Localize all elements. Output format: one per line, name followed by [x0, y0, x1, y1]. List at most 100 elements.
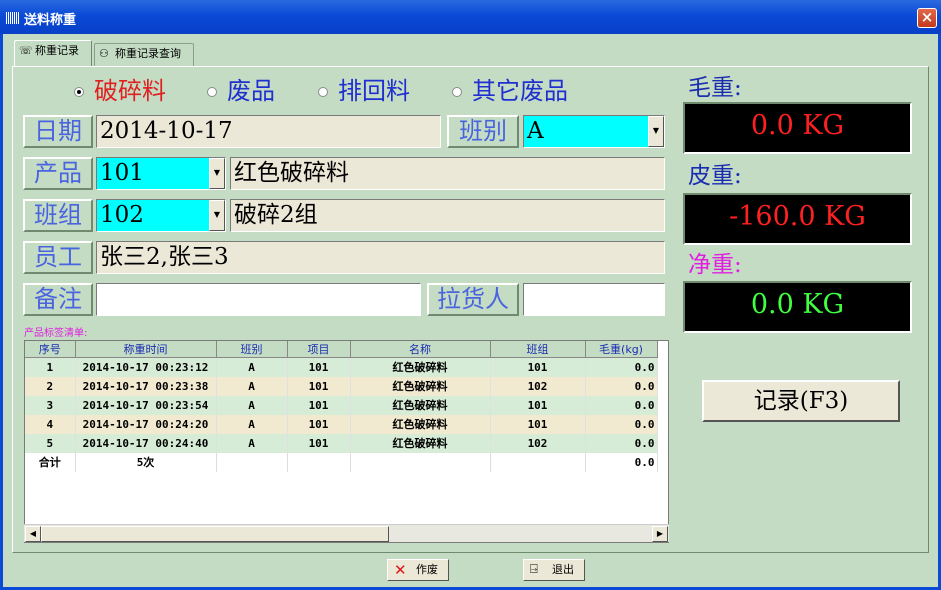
scroll-right-icon[interactable]: ▶ — [652, 526, 668, 542]
col-header[interactable]: 序号 — [25, 341, 76, 358]
staff-field[interactable]: 张三2,张三3 — [96, 241, 665, 274]
cell: 0.0 — [585, 414, 658, 434]
cell — [350, 452, 491, 472]
net-weight-display: 0.0 KG — [683, 281, 912, 333]
exit-button[interactable]: ⍈ 退出 — [523, 559, 585, 581]
scroll-left-icon[interactable]: ◀ — [25, 526, 41, 542]
cell: 101 — [490, 395, 586, 415]
date-label: 日期 — [23, 115, 93, 148]
app-icon — [6, 12, 20, 24]
total-weight: 0.0 — [585, 452, 658, 472]
cell: 5 — [25, 433, 76, 453]
cell: 1 — [25, 357, 76, 377]
cell: 2014-10-17 00:23:38 — [75, 376, 217, 396]
cell: 3 — [25, 395, 76, 415]
group-select[interactable]: 102 ▼ — [96, 199, 226, 232]
col-header[interactable]: 班别 — [216, 341, 288, 358]
scale-icon: ☏ — [19, 44, 33, 57]
tab-weigh-record[interactable]: ☏ 称重记录 — [14, 40, 92, 66]
tab-record-query[interactable]: ⚇ 称重记录查询 — [94, 43, 194, 66]
cell: A — [216, 433, 288, 453]
cell: 0.0 — [585, 357, 658, 377]
cell: 101 — [287, 414, 351, 434]
cell: 红色破碎料 — [350, 357, 491, 377]
table-row[interactable]: 2 2014-10-17 00:23:38 A 101 红色破碎料 102 0.… — [25, 376, 658, 396]
net-weight-label: 净重: — [688, 252, 742, 278]
cell: 101 — [287, 357, 351, 377]
close-button[interactable]: × — [917, 8, 937, 28]
col-header[interactable]: 项目 — [287, 341, 351, 358]
radio-waste[interactable]: 废品 — [205, 77, 275, 105]
void-label: 作废 — [416, 563, 438, 576]
record-table[interactable]: 序号 称重时间 班别 项目 名称 班组 毛重(kg) 1 2014-10-17 … — [24, 340, 669, 543]
group-code: 102 — [100, 202, 144, 228]
cell: 102 — [490, 433, 586, 453]
table-row[interactable]: 3 2014-10-17 00:23:54 A 101 红色破碎料 101 0.… — [25, 395, 658, 415]
cell — [216, 452, 288, 472]
cell: 101 — [490, 414, 586, 434]
col-header[interactable]: 名称 — [350, 341, 491, 358]
note-label: 备注 — [23, 283, 93, 316]
date-field[interactable]: 2014-10-17 — [96, 115, 441, 148]
exit-door-icon: ⍈ — [530, 562, 538, 577]
cell: 红色破碎料 — [350, 395, 491, 415]
group-name-field: 破碎2组 — [230, 199, 665, 232]
table-row[interactable]: 5 2014-10-17 00:24:40 A 101 红色破碎料 102 0.… — [25, 433, 658, 453]
cell: 102 — [490, 376, 586, 396]
cell: 2014-10-17 00:23:54 — [75, 395, 217, 415]
cell: 2014-10-17 00:24:40 — [75, 433, 217, 453]
product-code: 101 — [100, 160, 144, 186]
tab-label: 称重记录查询 — [115, 47, 181, 60]
col-header[interactable]: 班组 — [490, 341, 586, 358]
table-row[interactable]: 1 2014-10-17 00:23:12 A 101 红色破碎料 101 0.… — [25, 357, 658, 377]
cell: 0.0 — [585, 376, 658, 396]
cell: 2014-10-17 00:24:20 — [75, 414, 217, 434]
x-icon: ✕ — [394, 561, 407, 579]
chevron-down-icon[interactable]: ▼ — [648, 116, 664, 147]
horizontal-scrollbar[interactable]: ◀ ▶ — [24, 524, 669, 542]
product-name-field: 红色破碎料 — [230, 157, 665, 190]
gross-weight-label: 毛重: — [688, 75, 742, 101]
radio-return[interactable]: 排回料 — [316, 77, 410, 105]
gross-weight-display: 0.0 KG — [683, 102, 912, 154]
carrier-input[interactable] — [523, 283, 665, 316]
void-button[interactable]: ✕ 作废 — [387, 559, 449, 581]
title-bar[interactable]: 送料称重 × — [0, 0, 941, 34]
search-people-icon: ⚇ — [99, 47, 109, 60]
total-count: 5次 — [75, 452, 217, 472]
col-header[interactable]: 毛重(kg) — [585, 341, 658, 358]
cell: A — [216, 376, 288, 396]
scroll-thumb[interactable] — [41, 526, 389, 542]
cell: 101 — [287, 376, 351, 396]
cell: 红色破碎料 — [350, 376, 491, 396]
cell: A — [216, 414, 288, 434]
chevron-down-icon[interactable]: ▼ — [209, 158, 225, 189]
cell: A — [216, 395, 288, 415]
chevron-down-icon[interactable]: ▼ — [209, 200, 225, 231]
cell: 2014-10-17 00:23:12 — [75, 357, 217, 377]
note-input[interactable] — [96, 283, 421, 316]
record-button[interactable]: 记录(F3) — [702, 380, 900, 422]
radio-indicator — [207, 87, 217, 97]
total-label: 合计 — [25, 452, 76, 472]
total-row: 合计 5次 0.0 — [25, 452, 658, 472]
radio-indicator — [74, 87, 84, 97]
group-label: 班组 — [23, 199, 93, 232]
tab-label: 称重记录 — [35, 44, 79, 57]
radio-label: 废品 — [227, 77, 275, 105]
radio-other-waste[interactable]: 其它废品 — [450, 77, 568, 105]
table-row[interactable]: 4 2014-10-17 00:24:20 A 101 红色破碎料 101 0.… — [25, 414, 658, 434]
cell — [490, 452, 586, 472]
shift-select[interactable]: A ▼ — [523, 115, 665, 148]
cell: A — [216, 357, 288, 377]
tare-weight-display: -160.0 KG — [683, 193, 912, 245]
col-header[interactable]: 称重时间 — [75, 341, 217, 358]
cell: 101 — [490, 357, 586, 377]
cell: 2 — [25, 376, 76, 396]
window-title: 送料称重 — [24, 13, 77, 28]
product-select[interactable]: 101 ▼ — [96, 157, 226, 190]
cell: 红色破碎料 — [350, 433, 491, 453]
radio-crushed[interactable]: 破碎料 — [72, 77, 166, 105]
table-header: 序号 称重时间 班别 项目 名称 班组 毛重(kg) — [25, 341, 658, 358]
radio-label: 排回料 — [338, 77, 410, 105]
